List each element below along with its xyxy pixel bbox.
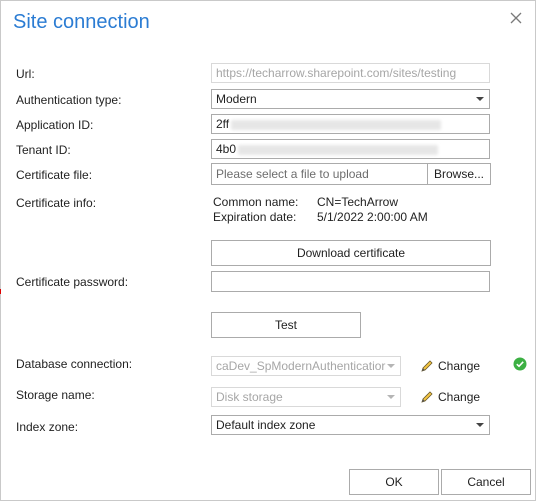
auth-type-select[interactable]: Modern	[211, 89, 490, 109]
redacted-blur	[231, 119, 442, 130]
chevron-down-icon	[387, 395, 395, 399]
url-field: https://techarrow.sharepoint.com/sites/t…	[211, 63, 490, 83]
browse-button[interactable]: Browse...	[427, 163, 491, 185]
db-connection-select: caDev_SpModernAuthenticatior	[211, 356, 401, 376]
close-icon[interactable]	[509, 11, 525, 27]
ok-button[interactable]: OK	[349, 469, 439, 495]
auth-type-value: Modern	[216, 92, 257, 106]
common-name-value: CN=TechArrow	[317, 195, 399, 209]
db-connection-label: Database connection:	[16, 357, 133, 371]
expiration-key: Expiration date:	[213, 210, 297, 224]
cert-file-label: Certificate file:	[16, 168, 93, 182]
download-certificate-button[interactable]: Download certificate	[211, 240, 491, 266]
cert-password-field[interactable]	[211, 271, 490, 292]
cert-file-input[interactable]: Please select a file to upload	[211, 163, 428, 185]
tenant-id-label: Tenant ID:	[16, 143, 71, 157]
storage-change-link[interactable]: Change	[420, 390, 480, 404]
tenant-id-field[interactable]: 4b0	[211, 139, 490, 159]
edge-marker	[0, 289, 1, 294]
cancel-button[interactable]: Cancel	[441, 469, 531, 495]
cert-password-label: Certificate password:	[16, 275, 129, 289]
chevron-down-icon	[387, 364, 395, 368]
check-circle-icon	[513, 357, 527, 374]
storage-name-value: Disk storage	[216, 390, 283, 404]
site-connection-dialog: Site connection Url: https://techarrow.s…	[0, 0, 536, 501]
index-zone-select[interactable]: Default index zone	[211, 415, 490, 435]
tenant-id-value: 4b0	[216, 142, 237, 156]
chevron-down-icon	[476, 423, 484, 427]
pencil-icon	[421, 360, 433, 372]
app-id-label: Application ID:	[16, 118, 94, 132]
auth-type-label: Authentication type:	[16, 93, 122, 107]
db-connection-value: caDev_SpModernAuthenticatior	[216, 359, 386, 373]
app-id-value: 2ff	[216, 117, 230, 131]
url-label: Url:	[16, 67, 35, 81]
app-id-field[interactable]: 2ff	[211, 114, 490, 134]
db-change-link[interactable]: Change	[420, 359, 480, 373]
common-name-key: Common name:	[213, 195, 299, 209]
cert-file-picker: Please select a file to upload Browse...	[211, 163, 491, 185]
test-button[interactable]: Test	[211, 312, 361, 338]
chevron-down-icon	[476, 97, 484, 101]
expiration-value: 5/1/2022 2:00:00 AM	[317, 210, 428, 224]
storage-name-select: Disk storage	[211, 387, 401, 407]
index-zone-label: Index zone:	[16, 420, 79, 434]
cert-info-label: Certificate info:	[16, 196, 97, 210]
pencil-icon	[421, 391, 433, 403]
index-zone-value: Default index zone	[216, 418, 316, 432]
redacted-blur	[238, 144, 439, 155]
storage-name-label: Storage name:	[16, 388, 95, 402]
url-value: https://techarrow.sharepoint.com/sites/t…	[216, 66, 457, 80]
storage-change-label: Change	[438, 390, 481, 404]
dialog-title: Site connection	[13, 11, 150, 33]
db-change-label: Change	[438, 359, 481, 373]
